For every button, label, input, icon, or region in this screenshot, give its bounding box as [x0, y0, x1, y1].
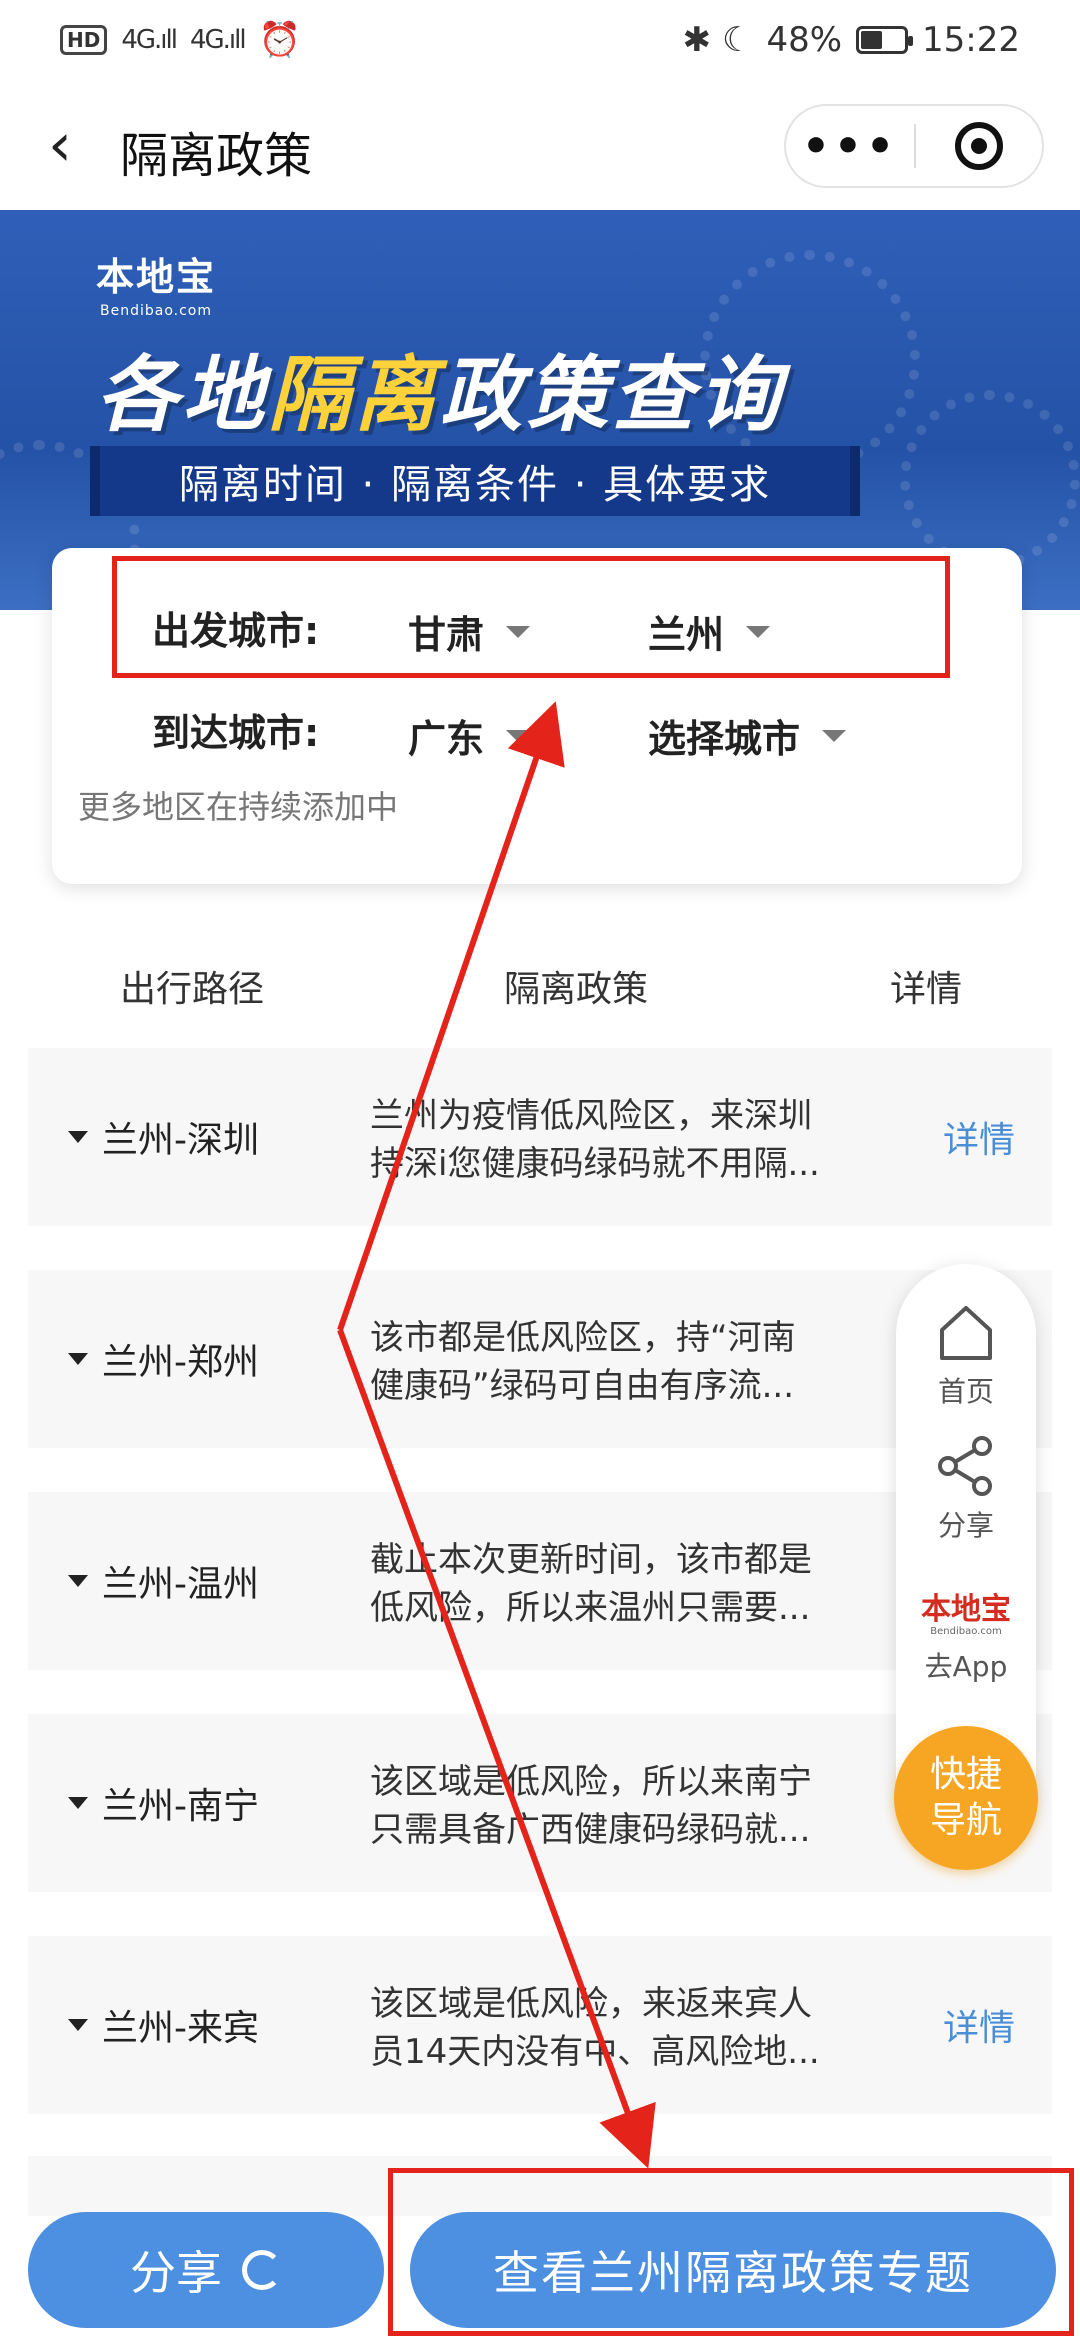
bluetooth-moon-icons: ✱ ☾ [682, 20, 753, 60]
arrive-city-value: 选择城市 [648, 717, 801, 761]
app-logo-sub: Bendibao.com [930, 1626, 1002, 1637]
policy-cell: 该市都是低风险区，持“河南 健康码”绿码可自由有序流... [370, 1314, 870, 1410]
status-left: HD 4G.ıll 4G.ıll ⏰ [60, 20, 301, 60]
detail-link[interactable]: 详情 [943, 1936, 1015, 2114]
virus-decoration-icon [900, 390, 1080, 570]
arrive-label: 到达城市: [152, 711, 320, 755]
float-share-label: 分享 [937, 1509, 994, 1542]
page-title: 隔离政策 [120, 128, 313, 184]
policy-line: 兰州为疫情低风险区，来深圳 [370, 1096, 812, 1136]
detail-link[interactable]: 详情 [943, 1048, 1015, 1226]
depart-city-value: 兰州 [648, 613, 725, 657]
share-button[interactable]: 分享 [28, 2212, 384, 2328]
float-share-button[interactable]: 分享 [896, 1434, 1036, 1544]
chevron-down-icon [506, 625, 531, 638]
header-policy: 隔离政策 [504, 969, 649, 1010]
header-route: 出行路径 [120, 969, 265, 1010]
more-regions-note: 更多地区在持续添加中 [78, 788, 399, 826]
caret-down-icon [68, 2019, 88, 2031]
table-header: 出行路径 隔离政策 详情 [0, 950, 1080, 1020]
hd-badge: HD [60, 25, 108, 55]
table-row[interactable]: 兰州-深圳 兰州为疫情低风险区，来深圳 持深i您健康码绿码就不用隔... 详情 [28, 1048, 1052, 1226]
back-button[interactable]: ‹ [30, 110, 90, 180]
policy-line: 截止本次更新时间，该市都是 [370, 1540, 812, 1580]
route-cell[interactable]: 兰州-南宁 [68, 1714, 259, 1892]
route-cell[interactable]: 兰州-来宾 [68, 1936, 259, 2114]
brand-sub: Bendibao.com [100, 303, 213, 319]
quick-nav-button[interactable]: 快捷 导航 [894, 1726, 1038, 1870]
chevron-down-icon [506, 729, 531, 742]
brand-name: 本地宝 [96, 254, 217, 299]
refresh-icon [242, 2250, 282, 2290]
clock: 15:22 [922, 20, 1020, 60]
banner-title: 各地隔离政策查询 [96, 328, 784, 447]
depart-city-select[interactable]: 兰州 [648, 604, 771, 659]
policy-cell: 截止本次更新时间，该市都是 低风险，所以来温州只需要... [370, 1536, 870, 1632]
nav-bar: ‹ 隔离政策 ••• [0, 80, 1080, 210]
banner-subtitle: 隔离时间 · 隔离条件 · 具体要求 [90, 446, 860, 516]
route-cell[interactable]: 兰州-郑州 [68, 1270, 259, 1448]
route-label: 兰州-深圳 [102, 1120, 259, 1161]
route-label: 兰州-郑州 [102, 1342, 259, 1383]
policy-cell: 兰州为疫情低风险区，来深圳 持深i您健康码绿码就不用隔... [370, 1092, 870, 1188]
banner-title-highlight: 隔离 [268, 348, 440, 443]
route-cell[interactable]: 兰州-深圳 [68, 1048, 259, 1226]
table-row-partial [28, 2156, 1052, 2216]
target-icon [954, 122, 1003, 170]
banner-title-post: 政策查询 [440, 348, 784, 443]
route-label: 兰州-南宁 [102, 1786, 259, 1827]
city-selector-card: 出发城市: 甘肃 兰州 到达城市: 广东 选择城市 更多地区在持续添加中 [52, 548, 1022, 884]
float-app-button[interactable]: 本地宝 Bendibao.com 去App [896, 1594, 1036, 1685]
policy-line: 只需具备广西健康码绿码就... [370, 1810, 811, 1850]
route-label: 兰州-来宾 [102, 2008, 259, 2049]
share-button-label: 分享 [130, 2246, 222, 2300]
float-home-label: 首页 [937, 1375, 994, 1408]
depart-label: 出发城市: [152, 609, 320, 653]
status-bar: HD 4G.ıll 4G.ıll ⏰ ✱ ☾ 48% 15:22 [0, 0, 1080, 80]
banner-title-pre: 各地 [96, 348, 268, 443]
alarm-icon: ⏰ [258, 20, 301, 60]
policy-cell: 该区域是低风险，来返来宾人 员14天内没有中、高风险地... [370, 1980, 870, 2076]
float-app-label: 去App [924, 1650, 1008, 1683]
home-icon [940, 1306, 992, 1360]
table-row[interactable]: 兰州-来宾 该区域是低风险，来返来宾人 员14天内没有中、高风险地... 详情 [28, 1936, 1052, 2114]
brand-logo: 本地宝 Bendibao.com [96, 246, 216, 319]
float-home-button[interactable]: 首页 [896, 1300, 1036, 1410]
arrive-province-value: 广东 [408, 717, 485, 761]
chevron-down-icon [746, 625, 771, 638]
quick-nav-line1: 快捷 [929, 1754, 1002, 1795]
chevron-down-icon [822, 729, 847, 742]
caret-down-icon [68, 1353, 88, 1365]
share-icon [938, 1436, 992, 1496]
route-cell[interactable]: 兰州-温州 [68, 1492, 259, 1670]
depart-province-value: 甘肃 [408, 613, 485, 657]
app-logo: 本地宝 [921, 1592, 1011, 1627]
quick-nav-line2: 导航 [929, 1800, 1002, 1841]
more-menu-button[interactable]: ••• [786, 121, 914, 172]
policy-cell: 该区域是低风险，所以来南宁 只需具备广西健康码绿码就... [370, 1758, 870, 1854]
policy-line: 该区域是低风险，所以来南宁 [370, 1762, 812, 1802]
arrive-city-select[interactable]: 选择城市 [648, 708, 847, 763]
mini-program-capsule: ••• [784, 104, 1044, 188]
policy-line: 该市都是低风险区，持“河南 [370, 1318, 796, 1358]
header-detail: 详情 [890, 969, 963, 1010]
arrive-province-select[interactable]: 广东 [408, 708, 531, 763]
policy-line: 该区域是低风险，来返来宾人 [370, 1984, 812, 2024]
view-topic-button[interactable]: 查看兰州隔离政策专题 [410, 2212, 1056, 2328]
caret-down-icon [68, 1575, 88, 1587]
signal-icon: 4G.ıll [121, 25, 178, 55]
close-mini-program-button[interactable] [916, 122, 1042, 170]
signal-icon-2: 4G.ıll [189, 25, 247, 55]
depart-province-select[interactable]: 甘肃 [408, 604, 531, 659]
policy-line: 低风险，所以来温州只需要... [370, 1588, 811, 1628]
battery-icon [856, 26, 914, 54]
status-right: ✱ ☾ 48% 15:22 [683, 20, 1020, 60]
policy-line: 员14天内没有中、高风险地... [370, 2032, 820, 2072]
caret-down-icon [68, 1131, 88, 1143]
battery-percent: 48% [766, 20, 843, 60]
policy-line: 持深i您健康码绿码就不用隔... [370, 1144, 820, 1184]
route-label: 兰州-温州 [102, 1564, 259, 1605]
policy-line: 健康码”绿码可自由有序流... [370, 1366, 795, 1406]
caret-down-icon [68, 1797, 88, 1809]
